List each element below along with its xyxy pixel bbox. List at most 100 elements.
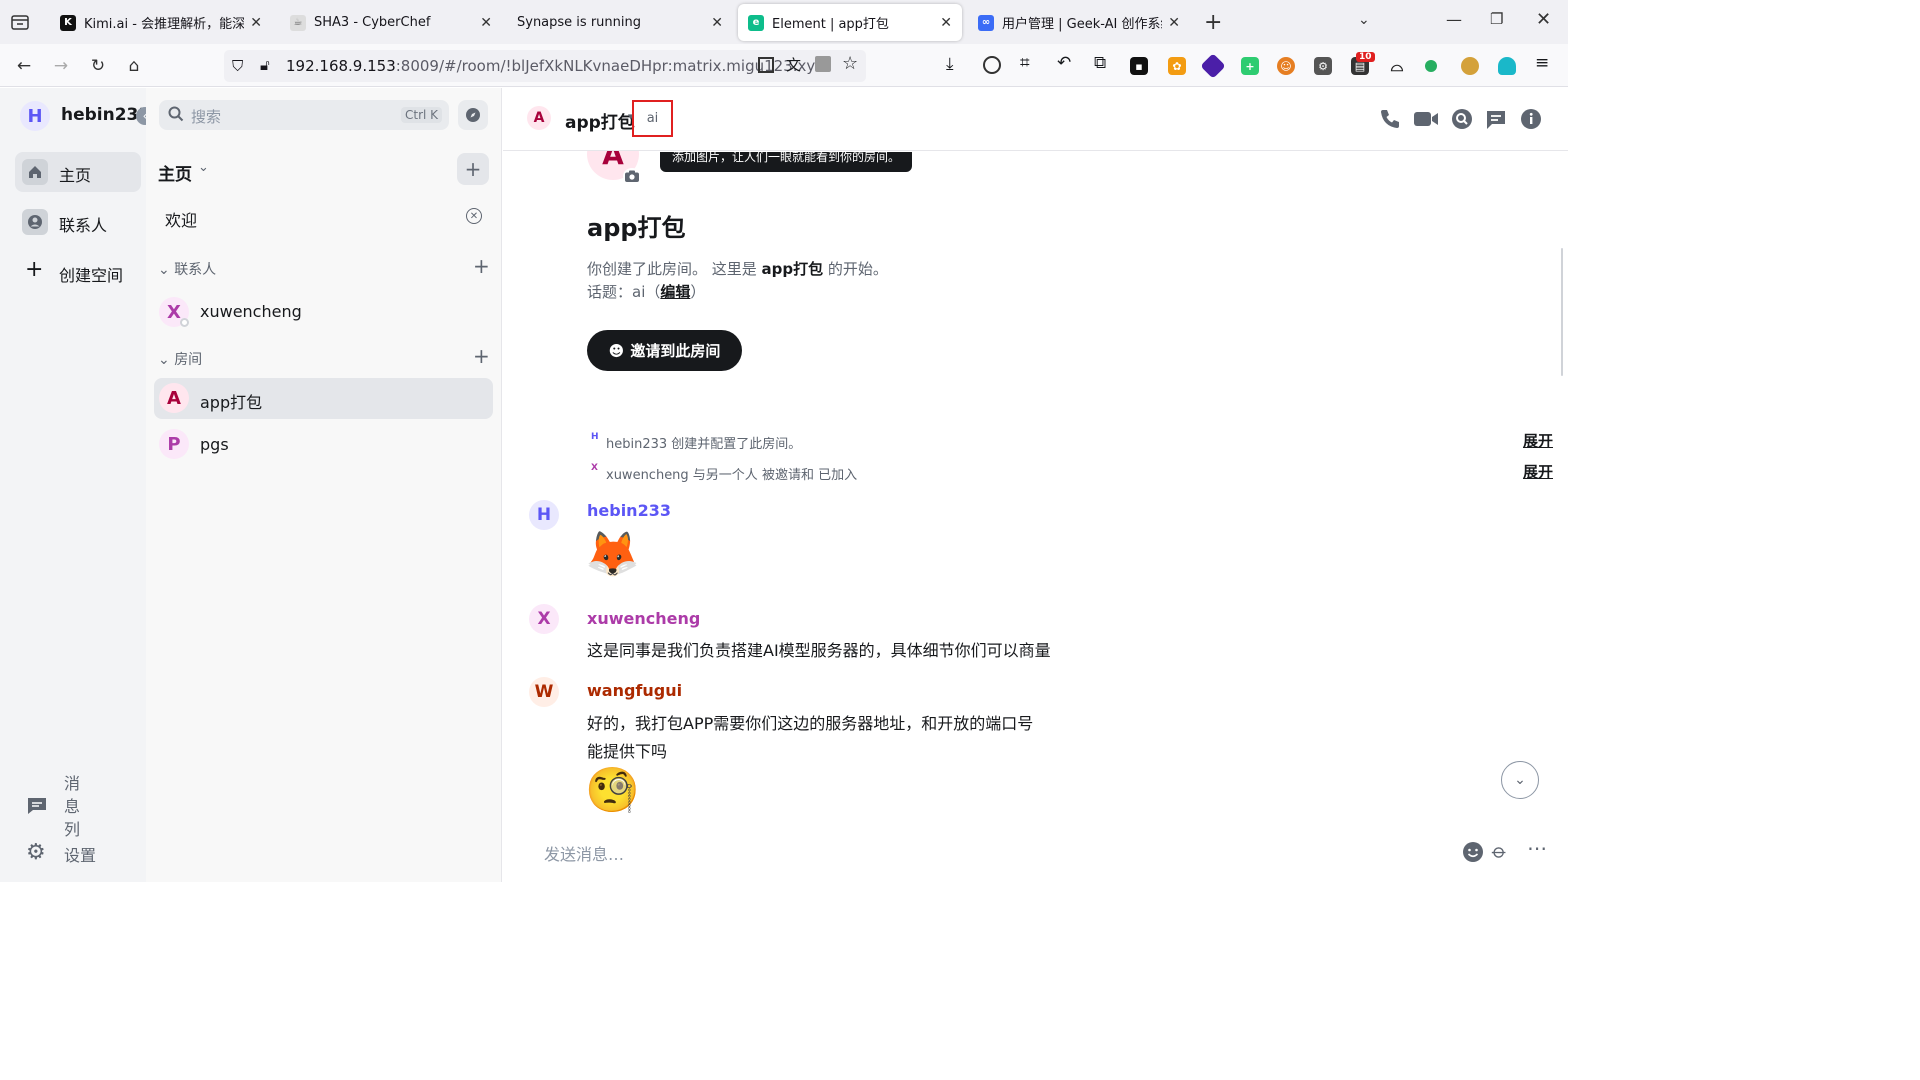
message-tile[interactable]: X xuwencheng 这是同事是我们负责搭建AI模型服务器的，具体细节你们可… bbox=[503, 602, 1553, 662]
sender-name[interactable]: xuwencheng bbox=[587, 609, 700, 628]
new-tab-icon[interactable]: + bbox=[1204, 10, 1222, 35]
expand-link[interactable]: 展开 bbox=[1523, 461, 1553, 482]
settings-gear-icon[interactable]: ⚙ bbox=[26, 840, 46, 865]
close-tab-icon[interactable]: ✕ bbox=[1168, 15, 1180, 31]
extension-icon[interactable]: ▪ bbox=[1130, 57, 1148, 75]
reader-icon[interactable] bbox=[815, 56, 831, 72]
room-topic[interactable]: ai bbox=[632, 100, 673, 137]
add-room-button[interactable]: + bbox=[457, 153, 489, 185]
message-input[interactable]: 发送消息… bbox=[544, 841, 944, 865]
browser-tab-element[interactable]: e Element | app打包 ✕ bbox=[738, 4, 962, 41]
message-list-label[interactable]: 消息列 bbox=[64, 772, 82, 841]
room-item-pgs[interactable]: P pgs bbox=[154, 424, 493, 465]
cookie-icon[interactable] bbox=[1461, 57, 1479, 75]
jump-to-bottom-button[interactable]: ⌄ bbox=[1501, 761, 1539, 799]
chat-icon[interactable] bbox=[26, 796, 48, 816]
settings-label[interactable]: 设置 bbox=[64, 842, 96, 866]
extension-icon[interactable]: ☺ bbox=[1277, 57, 1295, 75]
close-tab-icon[interactable]: ✕ bbox=[711, 15, 723, 31]
restore-icon[interactable]: ❐ bbox=[1490, 10, 1503, 28]
room-info-icon[interactable] bbox=[1520, 108, 1542, 134]
message-tile[interactable]: W wangfugui 好的，我打包APP需要你们这边的服务器地址，和开放的端口… bbox=[503, 676, 1553, 816]
room-header-avatar[interactable]: A bbox=[527, 106, 551, 130]
extension-icon[interactable] bbox=[1200, 53, 1226, 79]
account-icon[interactable] bbox=[983, 56, 1001, 74]
sender-avatar[interactable]: H bbox=[529, 500, 559, 530]
extension-icon[interactable]: ✿ bbox=[1168, 57, 1186, 75]
shield-icon[interactable]: ⛉ bbox=[232, 57, 243, 75]
section-people[interactable]: ⌄ 联系人 bbox=[158, 259, 216, 279]
add-user-icon: ☻ bbox=[608, 341, 625, 360]
room-header-name[interactable]: app打包 bbox=[565, 108, 635, 133]
extensions-icon[interactable]: ⧉ bbox=[1094, 53, 1106, 73]
back-icon[interactable]: ← bbox=[10, 52, 38, 80]
camera-icon[interactable] bbox=[623, 168, 641, 184]
explore-rooms-button[interactable] bbox=[458, 100, 488, 130]
voice-call-icon[interactable] bbox=[1379, 108, 1401, 134]
message-body: 这是同事是我们负责搭建AI模型服务器的，具体细节你们可以商量 bbox=[587, 641, 1051, 660]
tab-list-icon[interactable] bbox=[10, 13, 30, 31]
bookmark-star-icon[interactable]: ☆ bbox=[842, 53, 858, 74]
translate-icon[interactable]: 文 bbox=[786, 54, 801, 75]
extension-icon[interactable]: ⌓ bbox=[1388, 56, 1406, 75]
scrollbar[interactable] bbox=[1561, 248, 1563, 376]
add-room-icon[interactable]: + bbox=[473, 344, 490, 368]
undo-icon[interactable]: ↶ bbox=[1057, 53, 1071, 73]
menu-icon[interactable]: ≡ bbox=[1535, 53, 1549, 73]
sender-avatar[interactable]: X bbox=[529, 604, 559, 634]
attachment-icon[interactable]: ⌀ bbox=[1487, 838, 1512, 863]
home-icon bbox=[22, 159, 48, 185]
browser-tab-kimi[interactable]: K Kimi.ai - 会推理解析，能深度思考的AI助手 ✕ bbox=[50, 4, 272, 41]
crop-icon[interactable]: ⌗ bbox=[1020, 53, 1030, 73]
browser-tab-geekai[interactable]: ∞ 用户管理 | Geek-AI 创作系统 ✕ bbox=[968, 4, 1190, 41]
sender-avatar[interactable]: W bbox=[529, 677, 559, 707]
qr-icon[interactable] bbox=[758, 57, 774, 73]
expand-link[interactable]: 展开 bbox=[1523, 430, 1553, 451]
message-tile[interactable]: H hebin233 🦊 bbox=[503, 494, 1553, 590]
dm-name: xuwencheng bbox=[200, 302, 302, 321]
chevron-down-icon[interactable]: ⌄ bbox=[198, 160, 209, 175]
extension-badge: 10 bbox=[1356, 52, 1375, 62]
threads-icon[interactable] bbox=[1485, 109, 1507, 135]
close-window-icon[interactable]: ✕ bbox=[1536, 9, 1551, 30]
home-icon[interactable]: ⌂ bbox=[120, 52, 148, 80]
close-tab-icon[interactable]: ✕ bbox=[480, 15, 492, 31]
space-home[interactable]: 主页 bbox=[15, 152, 141, 192]
close-welcome-icon[interactable]: ✕ bbox=[466, 208, 482, 224]
user-avatar[interactable]: H bbox=[20, 101, 50, 131]
download-icon[interactable]: ⤓ bbox=[946, 54, 954, 74]
invite-button[interactable]: ☻ 邀请到此房间 bbox=[587, 330, 742, 371]
browser-tab-cyberchef[interactable]: ☕ SHA3 - CyberChef ✕ bbox=[280, 4, 502, 41]
lock-icon[interactable]: 🔓︎ bbox=[260, 56, 270, 74]
browser-tab-synapse[interactable]: Synapse is running ✕ bbox=[507, 4, 733, 41]
chevron-down-icon[interactable]: ⌄ bbox=[1358, 12, 1370, 28]
close-tab-icon[interactable]: ✕ bbox=[940, 15, 952, 31]
minimize-icon[interactable]: — bbox=[1446, 10, 1462, 29]
welcome-item[interactable]: 欢迎 bbox=[165, 207, 197, 231]
space-panel: H hebin233 ‹ 主页 联系人 + 创建空间 消息列 ⚙ 设置 bbox=[0, 88, 154, 882]
add-dm-icon[interactable]: + bbox=[473, 254, 490, 278]
sender-name[interactable]: wangfugui bbox=[587, 681, 682, 700]
video-call-icon[interactable] bbox=[1413, 109, 1439, 133]
more-options-icon[interactable]: ⋯ bbox=[1527, 836, 1547, 860]
extension-icon[interactable] bbox=[1425, 60, 1437, 72]
edit-topic-link[interactable]: 编辑 bbox=[660, 283, 690, 301]
create-space-button[interactable]: + 创建空间 bbox=[15, 252, 141, 292]
emoji-icon[interactable] bbox=[1462, 841, 1484, 867]
room-item-app[interactable]: A app打包 bbox=[154, 378, 493, 419]
search-input[interactable]: 搜索 Ctrl K bbox=[159, 100, 449, 130]
room-view: A app打包 ▾ ai A 添加图片，让人们一眼就能看到你的房间。 app打包… bbox=[503, 88, 1568, 882]
close-tab-icon[interactable]: ✕ bbox=[250, 15, 262, 31]
cyberchef-icon: ☕ bbox=[290, 14, 306, 31]
section-rooms[interactable]: ⌄ 房间 bbox=[158, 349, 202, 369]
cloud-icon[interactable] bbox=[1498, 57, 1516, 75]
space-people[interactable]: 联系人 bbox=[15, 202, 141, 242]
extension-icon[interactable]: ⚙ bbox=[1314, 57, 1332, 75]
home-header[interactable]: 主页 bbox=[158, 160, 192, 185]
reload-icon[interactable]: ↻ bbox=[84, 52, 112, 80]
extension-icon[interactable]: + bbox=[1241, 57, 1259, 75]
search-icon[interactable] bbox=[1451, 108, 1473, 134]
forward-icon[interactable]: → bbox=[47, 52, 75, 80]
sender-name[interactable]: hebin233 bbox=[587, 501, 671, 520]
dm-item-xuwencheng[interactable]: X xuwencheng bbox=[154, 294, 492, 330]
